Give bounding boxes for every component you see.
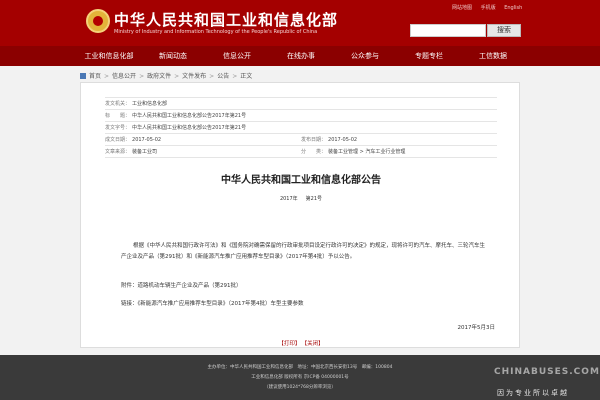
meta-row-docno: 发文字号： 中华人民共和国工业和信息化部公告2017年第21号 — [105, 122, 497, 134]
meta-row-title: 标 题： 中华人民共和国工业和信息化部公告2017年第21号 — [105, 110, 497, 122]
meta-issuer: 工业和信息化部 — [132, 101, 168, 107]
meta-label: 发布日期： — [301, 137, 327, 143]
top-link-sitemap[interactable]: 网站地图 — [452, 5, 472, 11]
top-link-english[interactable]: English — [504, 5, 522, 11]
search-input[interactable] — [410, 24, 486, 37]
home-icon — [80, 73, 86, 79]
meta-row-issuer: 发文机关： 工业和信息化部 — [105, 98, 497, 110]
meta-docno: 中华人民共和国工业和信息化部公告2017年第21号 — [132, 125, 247, 131]
article-actions: 【打印】 【关闭】 — [81, 339, 521, 347]
document-body-paragraph: 根据《中华人民共和国行政许可法》和《国务院对确需保留的行政审批项目设定行政许可的… — [121, 243, 486, 260]
document-title: 中华人民共和国工业和信息化部公告 — [221, 175, 381, 186]
meta-row-category: 文章来源： 装备工业司 分 类： 装备工业管理 > 汽车工业行业管理 — [105, 146, 497, 158]
national-emblem-icon — [86, 9, 110, 33]
breadcrumb-separator: > — [232, 73, 238, 80]
document-number: 2017年 第21号 — [81, 195, 521, 202]
meta-source: 文章来源： 装备工业司 — [105, 146, 301, 157]
breadcrumb-current: 正文 — [240, 73, 253, 80]
nav-item-home[interactable]: 工业和信息化部 — [82, 46, 136, 66]
breadcrumb: 首页 > 信息公开 > 政府文件 > 文件发布 > 公告 > 正文 — [80, 71, 252, 80]
meta-row-dates: 成文日期： 2017-05-02 发布日期： 2017-05-02 — [105, 134, 497, 146]
meta-label: 发文机关： — [105, 101, 131, 107]
close-button[interactable]: 【关闭】 — [304, 341, 323, 347]
breadcrumb-info[interactable]: 信息公开 — [112, 73, 136, 80]
print-button[interactable]: 【打印】 — [278, 341, 300, 347]
meta-label: 发文字号： — [105, 125, 131, 131]
meta-topic: 分 类： 装备工业管理 > 汽车工业行业管理 — [301, 146, 497, 157]
document-meta-table: 发文机关： 工业和信息化部 标 题： 中华人民共和国工业和信息化部公告2017年第2… — [105, 97, 497, 158]
watermark-slogan: 因为专业所以卓越 — [497, 389, 569, 397]
meta-published: 发布日期： 2017-05-02 — [301, 134, 497, 145]
meta-topic-value: 装备工业管理 > 汽车工业行业管理 — [328, 149, 406, 155]
breadcrumb-release[interactable]: 文件发布 — [182, 73, 206, 80]
document-year: 2017年 — [279, 196, 298, 202]
document-related-link: 链接：《新能源汽车推广应用推荐车型目录》（2017年第4批）车型主要参数 — [121, 299, 485, 310]
meta-created: 成文日期： 2017-05-02 — [105, 134, 301, 145]
related-link-label: 链接： — [121, 301, 138, 307]
search-button[interactable]: 搜索 — [487, 24, 521, 37]
breadcrumb-notice[interactable]: 公告 — [217, 73, 229, 80]
breadcrumb-separator: > — [139, 73, 145, 80]
document-attachment: 附件：道路机动车辆生产企业及产品（第291批） — [121, 281, 485, 292]
meta-label: 分 类： — [301, 149, 327, 155]
nav-item-services[interactable]: 在线办事 — [274, 46, 328, 66]
breadcrumb-separator: > — [104, 73, 110, 80]
document-date: 2017年5月3日 — [457, 325, 496, 331]
breadcrumb-separator: > — [174, 73, 180, 80]
document-issue: 第21号 — [305, 196, 323, 202]
watermark-logo: CHINABUSES.COM — [494, 367, 600, 377]
meta-label: 标 题： — [105, 113, 131, 119]
attachment-label: 附件： — [121, 283, 138, 289]
top-link-mobile[interactable]: 手机版 — [481, 5, 496, 11]
meta-created-value: 2017-05-02 — [132, 137, 162, 143]
meta-published-value: 2017-05-02 — [328, 137, 358, 143]
meta-source-value: 装备工业司 — [132, 149, 158, 155]
nav-item-news[interactable]: 新闻动态 — [146, 46, 200, 66]
top-links: 网站地图 手机版 English — [452, 4, 529, 11]
site-title-en: Ministry of Industry and Information Tec… — [114, 29, 318, 35]
nav-item-public[interactable]: 公众参与 — [338, 46, 392, 66]
breadcrumb-docs[interactable]: 政府文件 — [147, 73, 171, 80]
nav-item-info[interactable]: 信息公开 — [210, 46, 264, 66]
meta-label: 成文日期： — [105, 137, 131, 143]
main-nav: 工业和信息化部 新闻动态 信息公开 在线办事 公众参与 专题专栏 工信数据 — [0, 46, 600, 66]
meta-title: 中华人民共和国工业和信息化部公告2017年第21号 — [132, 113, 247, 119]
meta-label: 文章来源： — [105, 149, 131, 155]
breadcrumb-home[interactable]: 首页 — [89, 73, 101, 80]
site-title[interactable]: 中华人民共和国工业和信息化部 — [114, 9, 338, 30]
breadcrumb-separator: > — [209, 73, 215, 80]
nav-item-data[interactable]: 工信数据 — [466, 46, 520, 66]
article-panel: 发文机关： 工业和信息化部 标 题： 中华人民共和国工业和信息化部公告2017年第2… — [80, 82, 520, 348]
related-link[interactable]: 《新能源汽车推广应用推荐车型目录》（2017年第4批）车型主要参数 — [138, 301, 304, 307]
nav-item-topics[interactable]: 专题专栏 — [402, 46, 456, 66]
attachment-link[interactable]: 道路机动车辆生产企业及产品（第291批） — [138, 283, 242, 289]
